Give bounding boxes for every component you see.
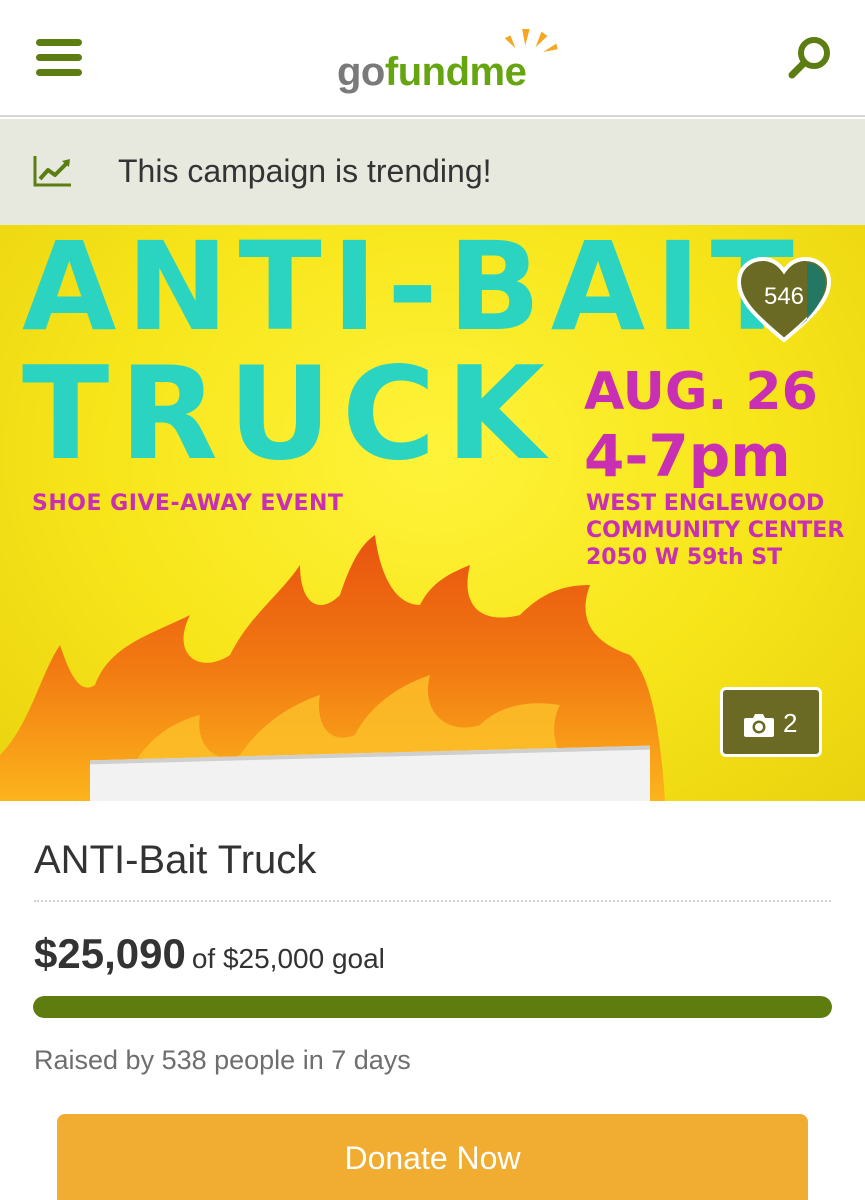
logo-fund: fund <box>384 50 470 94</box>
divider <box>34 900 831 902</box>
progress-bar-fill <box>33 996 832 1018</box>
photo-gallery-button[interactable]: 2 <box>720 687 822 757</box>
heart-count: 546 <box>763 283 805 310</box>
search-button[interactable] <box>786 34 834 82</box>
camera-icon <box>744 714 774 737</box>
search-icon <box>788 37 830 79</box>
menu-button[interactable] <box>36 39 82 77</box>
poster-title-line2: TRUCK <box>22 340 555 489</box>
hamburger-menu-icon-bar <box>36 69 82 76</box>
goal-text: of $25,000 goal <box>191 943 385 974</box>
poster-subtitle: SHOE GIVE-AWAY EVENT <box>32 491 344 516</box>
trending-text: This campaign is trending! <box>118 153 492 189</box>
poster-title-line1: ANTI-BAIT <box>22 225 804 358</box>
logo-me: me <box>469 50 527 94</box>
hamburger-menu-icon-bar <box>36 54 82 61</box>
gofundme-logo[interactable]: gofundme <box>333 22 565 96</box>
donate-now-button[interactable]: Donate Now <box>57 1114 808 1200</box>
raised-summary: $25,090 of $25,000 goal <box>34 928 385 990</box>
hamburger-menu-icon <box>36 39 82 46</box>
progress-bar <box>33 996 832 1018</box>
poster-address-line1: WEST ENGLEWOOD <box>586 491 825 516</box>
poster-date: AUG. 26 <box>584 362 818 422</box>
campaign-title: ANTI-Bait Truck <box>34 838 317 882</box>
trending-chart-icon <box>33 156 71 187</box>
donate-now-label: Donate Now <box>344 1140 521 1176</box>
raised-amount: $25,090 <box>34 930 186 977</box>
raised-by-text: Raised by 538 people in 7 days <box>34 1045 411 1075</box>
logo-go: go <box>337 50 385 94</box>
logo-wordmark: gofundme <box>337 50 527 94</box>
poster-time: 4-7pm <box>584 422 791 490</box>
app-header: gofundme <box>0 0 865 117</box>
photo-count: 2 <box>783 708 798 738</box>
